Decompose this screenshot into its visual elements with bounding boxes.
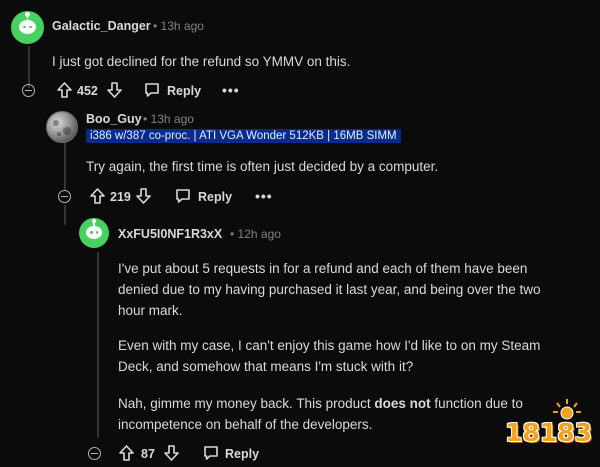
downvote-arrow-icon[interactable] — [107, 82, 122, 98]
speech-bubble-icon[interactable] — [175, 188, 191, 204]
collapse-button[interactable] — [22, 84, 35, 97]
paragraph-line: Deck, and somehow that means I'm stuck w… — [118, 359, 414, 374]
watermark-logo: 18183 — [505, 418, 592, 447]
collapse-button[interactable] — [88, 447, 101, 460]
reply-button[interactable]: Reply — [225, 447, 259, 461]
speech-bubble-icon[interactable] — [144, 82, 160, 98]
paragraph-line: I've put about 5 requests in for a refun… — [118, 261, 528, 276]
timestamp: • 13h ago — [153, 19, 204, 33]
paragraph-line: Nah, gimme my money back. This product d… — [118, 393, 588, 414]
speech-bubble-icon[interactable] — [203, 445, 219, 461]
username[interactable]: XxFU5I0NF1R3xX — [118, 227, 222, 241]
comment-text: I just got declined for the refund so YM… — [52, 54, 351, 69]
text-segment: Nah, gimme my money back. This product — [118, 396, 375, 411]
avatar-galactic-danger[interactable] — [11, 11, 44, 44]
vote-count: 87 — [141, 447, 155, 461]
reply-button[interactable]: Reply — [167, 84, 201, 98]
text-segment: function due to — [430, 396, 523, 411]
collapse-button[interactable] — [58, 190, 71, 203]
upvote-arrow-icon[interactable] — [57, 82, 72, 98]
bold-text: does not — [374, 396, 431, 411]
comment-text: Try again, the first time is often just … — [86, 159, 439, 174]
sun-logo-icon — [552, 398, 582, 420]
thread-line-1[interactable] — [28, 46, 30, 88]
downvote-arrow-icon[interactable] — [136, 188, 151, 204]
avatar-xxfusionfirexx[interactable] — [79, 218, 109, 248]
thread-line-2b[interactable] — [64, 205, 66, 225]
downvote-arrow-icon[interactable] — [164, 445, 179, 461]
reply-button[interactable]: Reply — [198, 190, 232, 204]
upvote-arrow-icon[interactable] — [90, 188, 105, 204]
username[interactable]: Boo_Guy — [86, 112, 142, 126]
comment-paragraph-1: I've put about 5 requests in for a refun… — [118, 258, 588, 321]
username[interactable]: Galactic_Danger — [52, 19, 151, 33]
vote-count: 452 — [77, 84, 98, 98]
timestamp: • 13h ago — [143, 112, 194, 126]
more-options-button[interactable]: ••• — [255, 188, 273, 204]
timestamp: • 12h ago — [230, 227, 281, 241]
upvote-arrow-icon[interactable] — [119, 445, 134, 461]
paragraph-line: denied due to my having purchased it las… — [118, 282, 541, 297]
thread-line-2[interactable] — [64, 140, 66, 190]
user-flair: i386 w/387 co-proc. | ATI VGA Wonder 512… — [86, 129, 401, 143]
comment-paragraph-2: Even with my case, I can't enjoy this ga… — [118, 335, 588, 377]
avatar-boo-guy[interactable] — [46, 111, 78, 143]
paragraph-line: Even with my case, I can't enjoy this ga… — [118, 338, 541, 353]
vote-count: 219 — [110, 190, 131, 204]
paragraph-line: hour mark. — [118, 303, 183, 318]
more-options-button[interactable]: ••• — [222, 82, 240, 98]
thread-line-3[interactable] — [97, 252, 99, 438]
